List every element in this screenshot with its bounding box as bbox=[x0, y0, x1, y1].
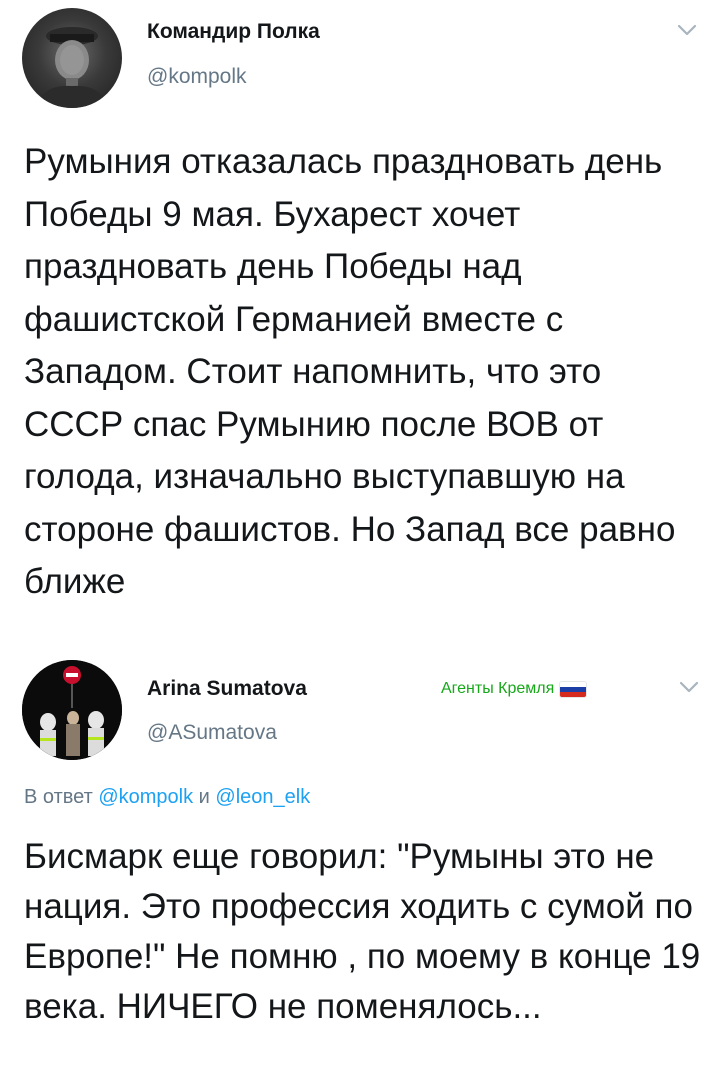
reply-mention-leon-elk[interactable]: @leon_elk bbox=[215, 786, 310, 808]
russian-flag-icon bbox=[560, 681, 587, 697]
tweet-2: Arina Sumatova Агенты Кремля @ASumatova … bbox=[0, 655, 721, 1080]
reply-context: В ответ @kompolk и @leon_elk bbox=[24, 786, 310, 809]
profile-photo-icon bbox=[22, 660, 122, 760]
account-label[interactable]: Агенты Кремля bbox=[441, 680, 587, 698]
reply-prefix: В ответ bbox=[24, 786, 93, 808]
user-handle[interactable]: @kompolk bbox=[147, 65, 247, 89]
tweet-text: Бисмарк еще говорил: "Румыны это не наци… bbox=[24, 837, 701, 1026]
display-name[interactable]: Командир Полка bbox=[147, 20, 320, 44]
avatar[interactable] bbox=[22, 8, 122, 108]
user-handle[interactable]: @ASumatova bbox=[147, 721, 277, 745]
chevron-down-icon[interactable] bbox=[674, 20, 700, 40]
tweet-1: Командир Полка @kompolk Румыния отказала… bbox=[0, 0, 721, 655]
chevron-down-icon[interactable] bbox=[676, 677, 702, 697]
reply-mention-kompolk[interactable]: @kompolk bbox=[98, 786, 193, 808]
reply-and: и bbox=[198, 786, 210, 808]
avatar[interactable] bbox=[22, 660, 122, 760]
display-name[interactable]: Arina Sumatova bbox=[147, 677, 307, 701]
profile-photo-icon bbox=[36, 27, 108, 108]
account-label-text: Агенты Кремля bbox=[441, 680, 555, 697]
tweet-text: Румыния отказалась праздновать день Побе… bbox=[24, 142, 676, 601]
